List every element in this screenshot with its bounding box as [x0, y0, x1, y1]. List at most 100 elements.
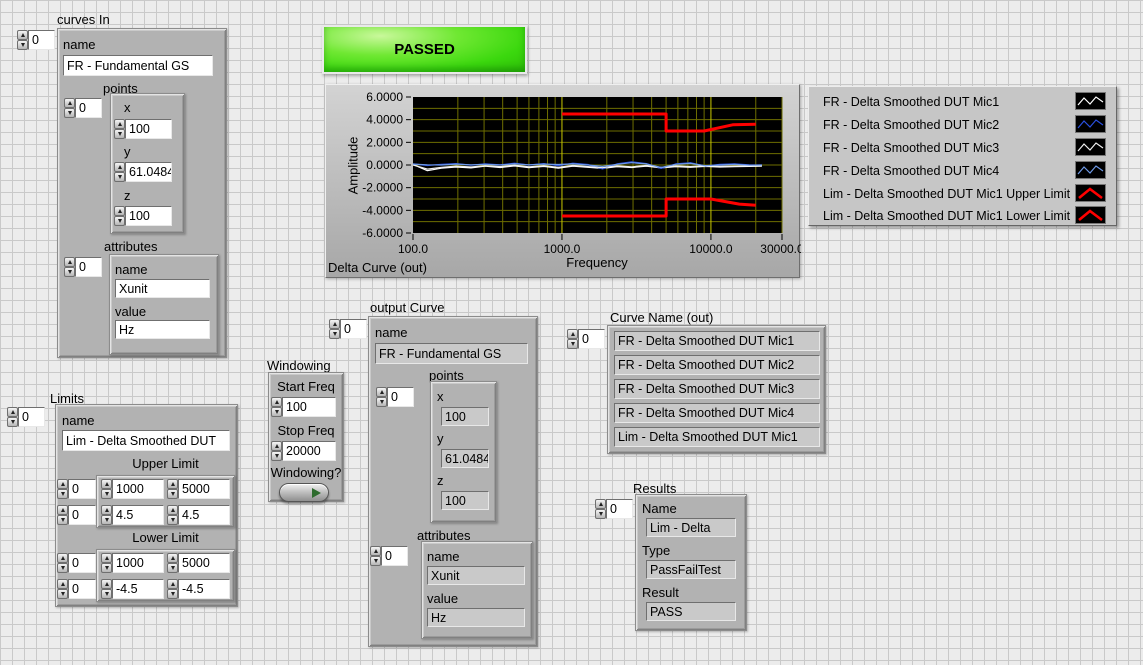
decrement-icon[interactable]: [64, 267, 75, 277]
attributes-index-field[interactable]: 0: [75, 257, 102, 277]
decrement-icon[interactable]: [114, 216, 125, 226]
start-freq-spinner[interactable]: [271, 397, 282, 417]
lower-limit-cell-spinner[interactable]: [167, 579, 178, 599]
curves-in-index-field[interactable]: 0: [28, 30, 55, 50]
decrement-icon[interactable]: [114, 129, 125, 139]
legend-item[interactable]: FR - Delta Smoothed DUT Mic2: [809, 115, 1116, 136]
upper-limit-cell-field[interactable]: 4.5: [178, 505, 230, 525]
stop-freq-spinner[interactable]: [271, 441, 282, 461]
increment-icon[interactable]: [101, 553, 112, 563]
plot-line-swatch-icon[interactable]: [1075, 206, 1106, 224]
increment-icon[interactable]: [370, 546, 381, 556]
decrement-icon[interactable]: [57, 589, 68, 599]
lower-limit-cell-spinner[interactable]: [167, 553, 178, 573]
increment-icon[interactable]: [167, 579, 178, 589]
upper-limit-cell-spinner[interactable]: [101, 505, 112, 525]
lower-limit-row-index-spinner[interactable]: [57, 553, 68, 573]
decrement-icon[interactable]: [101, 515, 112, 525]
limits-name-field[interactable]: Lim - Delta Smoothed DUT: [62, 430, 230, 451]
increment-icon[interactable]: [114, 162, 125, 172]
increment-icon[interactable]: [595, 499, 606, 509]
decrement-icon[interactable]: [64, 108, 75, 118]
points-index-field[interactable]: 0: [75, 98, 102, 118]
legend-item[interactable]: FR - Delta Smoothed DUT Mic4: [809, 161, 1116, 182]
plot-line-swatch-icon[interactable]: [1075, 161, 1106, 179]
increment-icon[interactable]: [64, 257, 75, 267]
decrement-icon[interactable]: [376, 397, 387, 407]
lower-limit-cell-spinner[interactable]: [101, 579, 112, 599]
attributes-index-spinner[interactable]: [64, 257, 75, 277]
output-curve-index-field[interactable]: 0: [340, 319, 367, 339]
curves-in-name-field[interactable]: FR - Fundamental GS: [63, 55, 213, 76]
output-points-index-field[interactable]: 0: [387, 387, 414, 407]
increment-icon[interactable]: [167, 553, 178, 563]
points-index-spinner[interactable]: [64, 98, 75, 118]
start-freq-field[interactable]: 100: [282, 397, 336, 417]
results-index-spinner[interactable]: [595, 499, 606, 519]
upper-limit-cell-field[interactable]: 1000: [112, 479, 164, 499]
increment-icon[interactable]: [17, 30, 28, 40]
increment-icon[interactable]: [114, 119, 125, 129]
decrement-icon[interactable]: [167, 589, 178, 599]
attr-value-field[interactable]: Hz: [115, 320, 210, 339]
upper-limit-cell-spinner[interactable]: [167, 479, 178, 499]
upper-limit-col-index-field[interactable]: 0: [68, 505, 96, 525]
z-field[interactable]: 100: [125, 206, 172, 226]
decrement-icon[interactable]: [57, 563, 68, 573]
upper-limit-cell-spinner[interactable]: [101, 479, 112, 499]
decrement-icon[interactable]: [101, 489, 112, 499]
output-attributes-index-spinner[interactable]: [370, 546, 381, 566]
decrement-icon[interactable]: [101, 589, 112, 599]
increment-icon[interactable]: [114, 206, 125, 216]
curve-name-index-field[interactable]: 0: [578, 329, 605, 349]
upper-limit-row-index-field[interactable]: 0: [68, 479, 96, 499]
upper-limit-row-index-spinner[interactable]: [57, 479, 68, 499]
legend-item[interactable]: FR - Delta Smoothed DUT Mic1: [809, 92, 1116, 113]
output-points-index-spinner[interactable]: [376, 387, 387, 407]
increment-icon[interactable]: [64, 98, 75, 108]
decrement-icon[interactable]: [57, 489, 68, 499]
increment-icon[interactable]: [7, 407, 18, 417]
plot-line-swatch-icon[interactable]: [1075, 138, 1106, 156]
decrement-icon[interactable]: [101, 563, 112, 573]
increment-icon[interactable]: [167, 479, 178, 489]
decrement-icon[interactable]: [329, 329, 340, 339]
increment-icon[interactable]: [271, 441, 282, 451]
output-curve-index-spinner[interactable]: [329, 319, 340, 339]
increment-icon[interactable]: [57, 579, 68, 589]
curve-name-index-spinner[interactable]: [567, 329, 578, 349]
stop-freq-field[interactable]: 20000: [282, 441, 336, 461]
decrement-icon[interactable]: [167, 489, 178, 499]
decrement-icon[interactable]: [167, 563, 178, 573]
increment-icon[interactable]: [167, 505, 178, 515]
limits-index-spinner[interactable]: [7, 407, 18, 427]
upper-limit-cell-field[interactable]: 4.5: [112, 505, 164, 525]
plot-line-swatch-icon[interactable]: [1075, 92, 1106, 110]
lower-limit-cell-spinner[interactable]: [101, 553, 112, 573]
lower-limit-col-index-spinner[interactable]: [57, 579, 68, 599]
legend-item[interactable]: Lim - Delta Smoothed DUT Mic1 Lower Limi…: [809, 206, 1116, 227]
increment-icon[interactable]: [57, 479, 68, 489]
z-spinner[interactable]: [114, 206, 125, 226]
increment-icon[interactable]: [57, 505, 68, 515]
decrement-icon[interactable]: [595, 509, 606, 519]
y-field[interactable]: 61.0484: [125, 162, 172, 182]
increment-icon[interactable]: [376, 387, 387, 397]
limits-index-field[interactable]: 0: [18, 407, 45, 427]
plot-line-swatch-icon[interactable]: [1075, 184, 1106, 202]
increment-icon[interactable]: [101, 505, 112, 515]
windowing-toggle-switch[interactable]: [279, 483, 329, 502]
increment-icon[interactable]: [329, 319, 340, 329]
decrement-icon[interactable]: [370, 556, 381, 566]
lower-limit-cell-field[interactable]: 1000: [112, 553, 164, 573]
increment-icon[interactable]: [57, 553, 68, 563]
decrement-icon[interactable]: [567, 339, 578, 349]
x-field[interactable]: 100: [125, 119, 172, 139]
increment-icon[interactable]: [101, 479, 112, 489]
upper-limit-col-index-spinner[interactable]: [57, 505, 68, 525]
upper-limit-cell-field[interactable]: 5000: [178, 479, 230, 499]
decrement-icon[interactable]: [271, 451, 282, 461]
lower-limit-row-index-field[interactable]: 0: [68, 553, 96, 573]
increment-icon[interactable]: [101, 579, 112, 589]
decrement-icon[interactable]: [271, 407, 282, 417]
